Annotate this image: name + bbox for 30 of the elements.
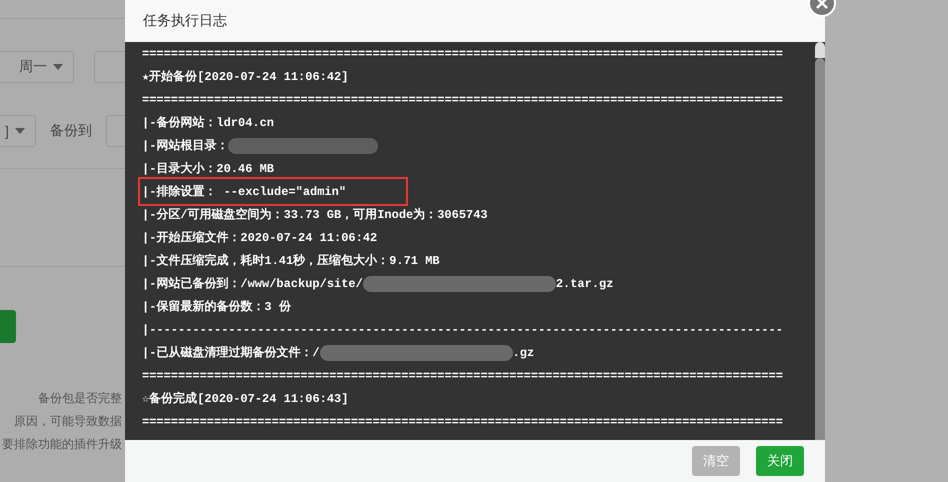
caret-icon <box>14 128 25 134</box>
log-text: |-保留最新的备份数：3 份 <box>142 298 291 315</box>
log-text: |-备份网站：ldr04.cn <box>142 114 274 131</box>
note-text: 原因，可能导致数据 <box>14 414 122 429</box>
scrollbar[interactable] <box>815 42 825 440</box>
log-text: |---------------------------------------------------------------------------------------- <box>142 322 783 336</box>
log-text: ========================================================================================= <box>142 46 783 60</box>
log-text: |-分区/可用磁盘空间为：33.73 GB，可用Inode为：3065743 <box>142 206 488 223</box>
log-text: ☆备份完成[2020-07-24 11:06:43] <box>142 390 348 407</box>
log-text: ★开始备份[2020-07-24 11:06:42] <box>142 69 348 85</box>
caret-icon <box>53 64 63 70</box>
log-text: |-排除设置： --exclude="admin" <box>142 184 346 200</box>
log-text: |-文件压缩完成，耗时1.41秒，压缩包大小：9.71 MB <box>142 252 440 269</box>
log-text: |-开始压缩文件：2020-07-24 11:06:42 <box>142 230 378 246</box>
log-text: .gz <box>512 346 534 360</box>
select-dropdown[interactable]: ] <box>0 115 36 147</box>
dialog-button[interactable]: 关闭 <box>756 446 804 476</box>
log-text: |-目录大小：20.46 MB <box>142 160 274 177</box>
log-text: ========================================================================================= <box>142 92 783 106</box>
note-text: 备份包是否完整 <box>38 391 122 406</box>
field-label: 备份到 <box>50 122 92 140</box>
log-text: |-已从磁盘清理过期备份文件：/ <box>142 344 320 361</box>
note-text: 要排除功能的插件升级 <box>2 437 122 452</box>
log-text: ========================================================================================= <box>142 368 783 382</box>
log-text: 2.tar.gz <box>556 276 614 290</box>
select-dropdown[interactable]: 周一 <box>0 51 74 83</box>
log-text: |-网站已备份到：/www/backup/site/ <box>142 276 363 292</box>
log-text: |-网站根目录： <box>142 138 228 154</box>
dialog-title: 任务执行日志 <box>143 12 227 30</box>
log-text: ========================================================================================= <box>142 414 783 428</box>
